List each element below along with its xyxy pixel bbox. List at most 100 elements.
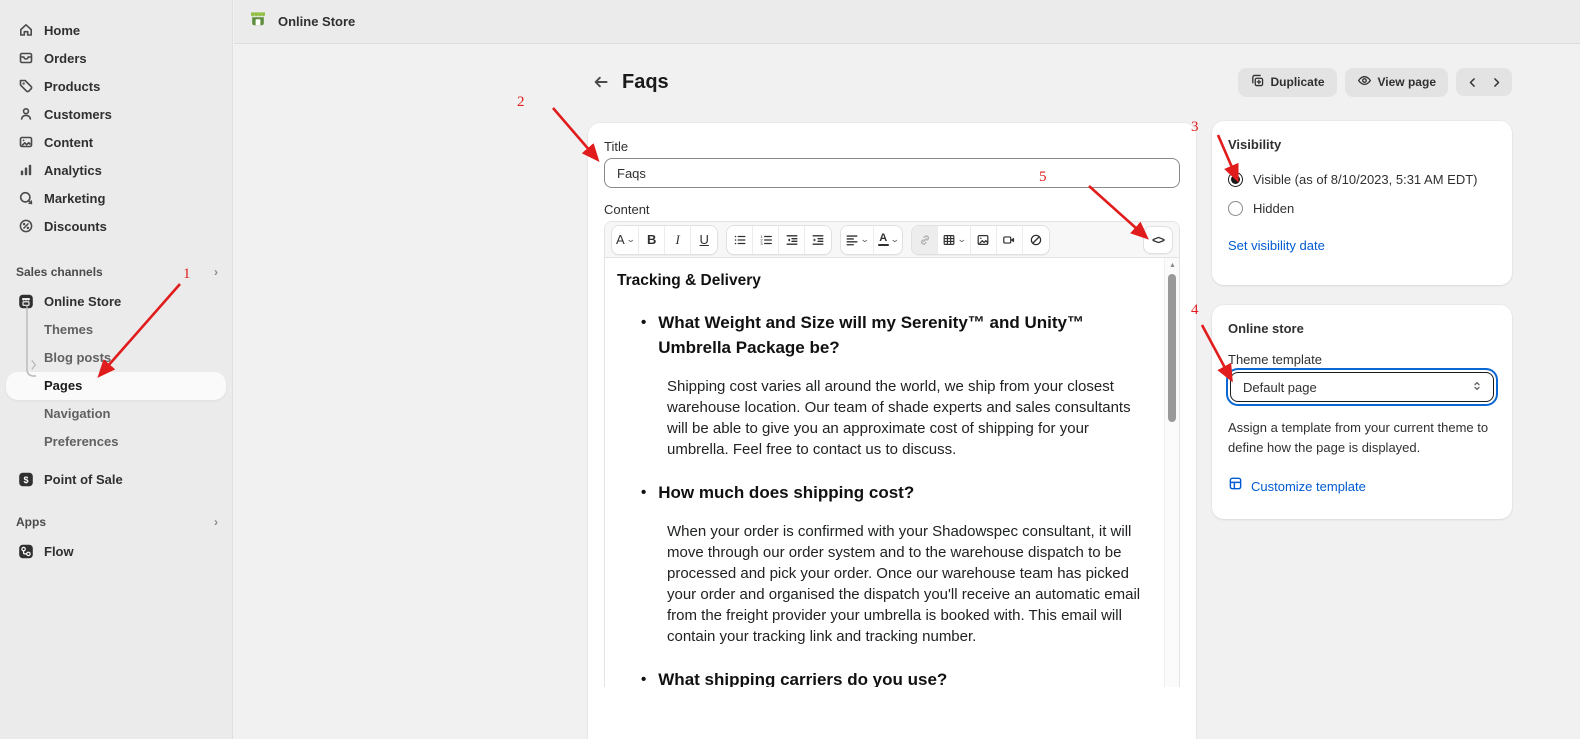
sidebar-item-themes[interactable]: Themes [0, 316, 232, 344]
sidebar-item-label: Flow [44, 544, 74, 559]
chevron-down-icon: ⌄ [957, 234, 967, 245]
bullet-icon: • [641, 667, 646, 687]
customize-template-link[interactable]: Customize template [1251, 479, 1366, 494]
rte-content-area[interactable]: Tracking & Delivery •What Weight and Siz… [605, 258, 1179, 687]
sidebar-item-pages[interactable]: Pages [6, 372, 226, 400]
apps-header[interactable]: Apps › [0, 508, 232, 536]
scrollbar-thumb[interactable] [1168, 274, 1176, 422]
customers-icon [18, 106, 34, 122]
duplicate-button[interactable]: Duplicate [1238, 68, 1337, 96]
bold-button[interactable]: B [639, 226, 665, 254]
insert-table-button[interactable]: ⌄ [938, 226, 971, 254]
chevron-down-icon: ⌄ [626, 234, 636, 245]
outdent-button[interactable] [779, 226, 805, 254]
sidebar-item-point-of-sale[interactable]: $ Point of Sale [0, 464, 232, 494]
sidebar-item-marketing[interactable]: Marketing [0, 184, 232, 212]
set-visibility-date-link[interactable]: Set visibility date [1228, 238, 1325, 253]
numbered-list-button[interactable]: 123 [753, 226, 779, 254]
insert-video-button[interactable] [997, 226, 1023, 254]
view-page-button[interactable]: View page [1345, 68, 1448, 96]
sidebar-item-label: Orders [44, 51, 87, 66]
bullet-icon: • [641, 310, 646, 360]
visibility-card-title: Visibility [1228, 137, 1496, 152]
template-description: Assign a template from your current them… [1228, 418, 1496, 458]
point-of-sale-icon: $ [18, 471, 34, 487]
clear-formatting-button[interactable] [1023, 226, 1049, 254]
page-title: Faqs [622, 71, 669, 94]
next-page-button[interactable] [1486, 71, 1506, 93]
annotation-arrow-2: 2 [517, 94, 597, 159]
template-icon [1228, 476, 1243, 496]
sidebar-item-label: Marketing [44, 191, 105, 206]
insert-link-button[interactable] [912, 226, 938, 254]
bullet-icon: • [641, 480, 646, 505]
back-button[interactable] [588, 69, 614, 95]
editor-scrollbar[interactable]: ▲ [1164, 258, 1179, 687]
sidebar-item-customers[interactable]: Customers [0, 100, 232, 128]
svg-text:$: $ [23, 474, 28, 484]
content-field-label: Content [604, 202, 1180, 217]
online-store-card-title: Online store [1228, 321, 1496, 336]
hidden-radio-row[interactable]: Hidden [1228, 201, 1496, 216]
sidebar-item-navigation[interactable]: Navigation [0, 400, 232, 428]
text-color-button[interactable]: A⌄ [874, 226, 903, 254]
scroll-up-arrow-icon[interactable]: ▲ [1169, 262, 1176, 269]
sidebar-item-blog-posts[interactable]: Blog posts [0, 344, 232, 372]
online-store-card: Online store Theme template Default page… [1212, 305, 1512, 519]
chevron-down-icon: ⌄ [860, 234, 870, 245]
theme-template-label: Theme template [1228, 352, 1496, 367]
previous-page-button[interactable] [1462, 71, 1482, 93]
italic-button[interactable]: I [665, 226, 691, 254]
customize-template-row[interactable]: Customize template [1228, 476, 1496, 496]
chevron-down-icon: ⌄ [890, 234, 900, 245]
alignment-button[interactable]: ⌄ [841, 226, 874, 254]
sidebar-item-online-store[interactable]: Online Store [0, 286, 232, 316]
page-editor-card: Title Content A⌄ B I U 123 ⌄ A⌄ ⌄ [588, 123, 1196, 739]
view-page-label: View page [1378, 75, 1436, 89]
topbar: Online Store [234, 0, 1580, 44]
visible-radio-row[interactable]: Visible (as of 8/10/2023, 5:31 AM EDT) [1228, 172, 1496, 187]
sidebar-item-products[interactable]: Products [0, 72, 232, 100]
sidebar-item-discounts[interactable]: Discounts [0, 212, 232, 240]
indent-button[interactable] [805, 226, 831, 254]
topbar-title: Online Store [278, 14, 355, 29]
text-style-button[interactable]: A⌄ [612, 226, 639, 254]
theme-template-value: Default page [1243, 380, 1317, 395]
sidebar-item-orders[interactable]: Orders [0, 44, 232, 72]
sidebar-item-label: Customers [44, 107, 112, 122]
hidden-radio-button[interactable] [1228, 201, 1243, 216]
title-input[interactable] [604, 158, 1180, 188]
sidebar-item-flow[interactable]: Flow [0, 536, 232, 566]
content-icon [18, 134, 34, 150]
pagination [1456, 68, 1512, 96]
chevron-right-icon: › [214, 515, 218, 529]
sidebar-item-label: Products [44, 79, 100, 94]
sidebar-item-content[interactable]: Content [0, 128, 232, 156]
flow-icon [18, 543, 34, 559]
sidebar: Home Orders Products Customers Content A… [0, 0, 233, 739]
header-actions: Duplicate View page [1238, 68, 1513, 96]
visible-radio-button[interactable] [1228, 172, 1243, 187]
sidebar-item-home[interactable]: Home [0, 16, 232, 44]
hidden-radio-label: Hidden [1253, 201, 1294, 216]
sidebar-item-analytics[interactable]: Analytics [0, 156, 232, 184]
underline-button[interactable]: U [691, 226, 717, 254]
bulleted-list-button[interactable] [727, 226, 753, 254]
theme-template-select[interactable]: Default page [1230, 372, 1494, 402]
faq-answer: Shipping cost varies all around the worl… [667, 376, 1151, 460]
select-updown-icon [1471, 380, 1483, 395]
insert-image-button[interactable] [971, 226, 997, 254]
analytics-icon [18, 162, 34, 178]
faq-question: •How much does shipping cost? [641, 480, 1151, 505]
sidebar-item-label: Discounts [44, 219, 107, 234]
visibility-card: Visibility Visible (as of 8/10/2023, 5:3… [1212, 121, 1512, 285]
online-store-logo-icon [248, 9, 268, 34]
sales-channels-header[interactable]: Sales channels › [0, 258, 232, 286]
sidebar-item-label: Analytics [44, 163, 102, 178]
duplicate-label: Duplicate [1271, 75, 1325, 89]
show-html-button[interactable]: <> [1143, 226, 1173, 254]
products-icon [18, 78, 34, 94]
sidebar-item-preferences[interactable]: Preferences [0, 428, 232, 456]
sales-channels-label: Sales channels [16, 265, 103, 279]
chevron-right-icon: › [214, 265, 218, 279]
